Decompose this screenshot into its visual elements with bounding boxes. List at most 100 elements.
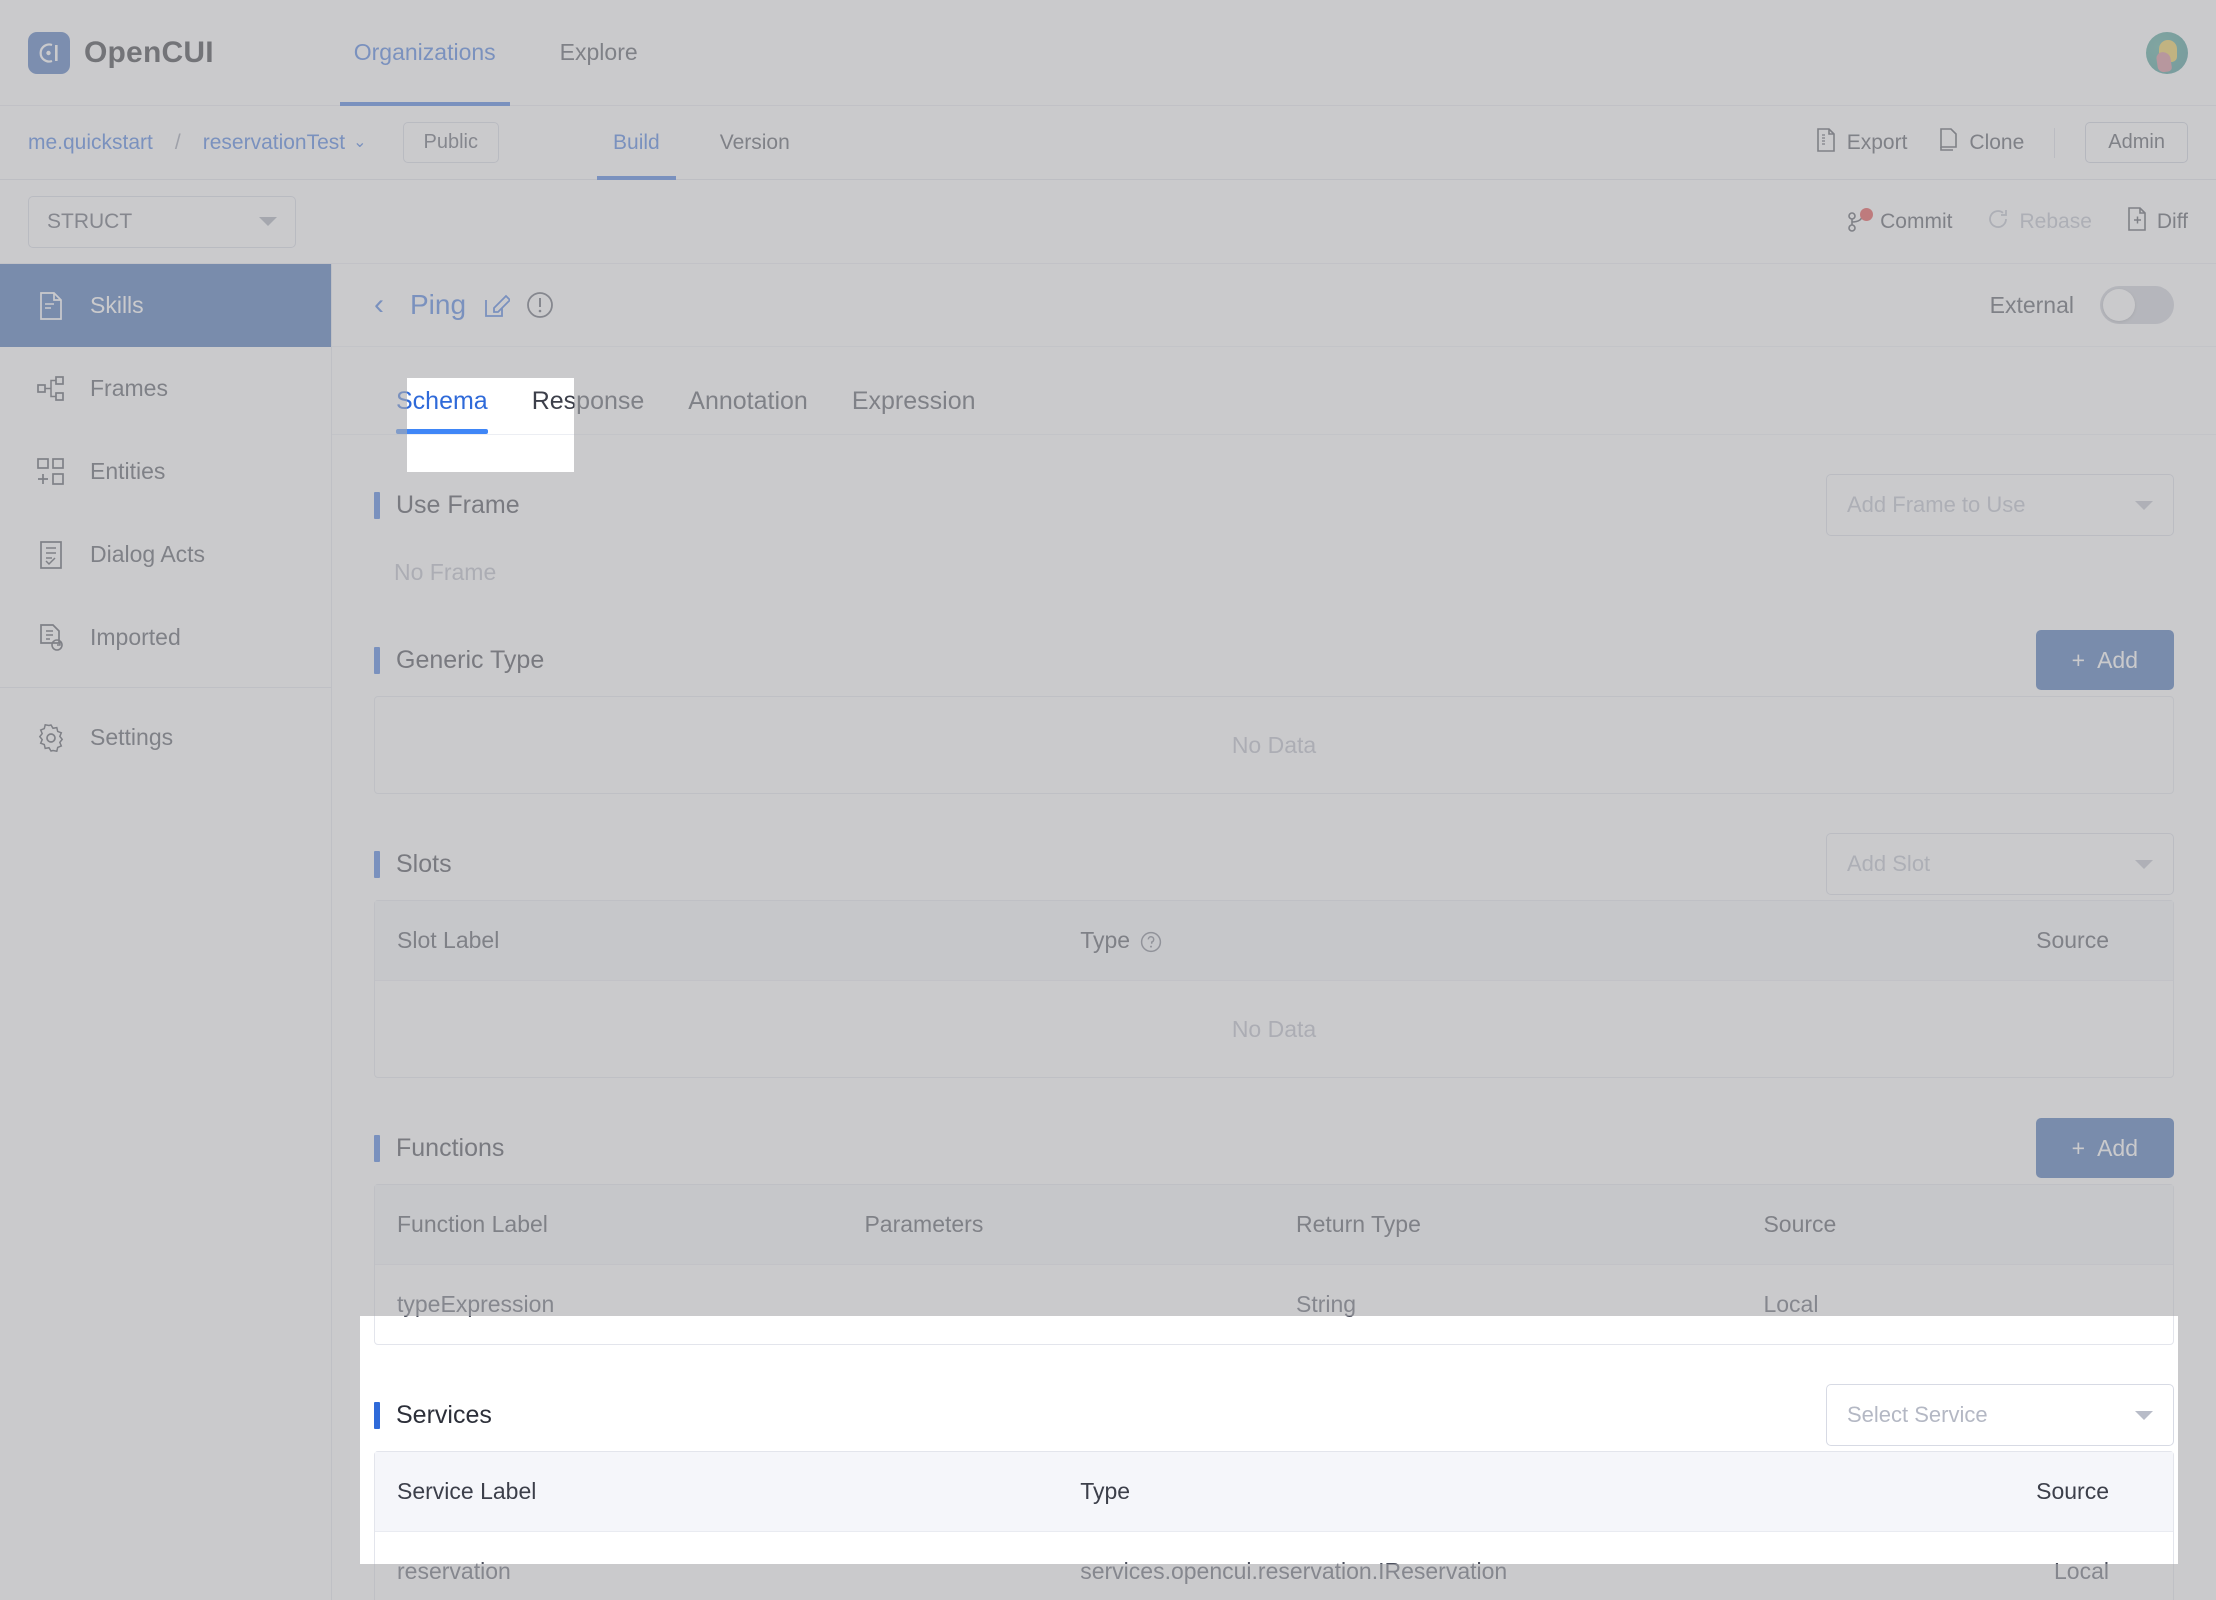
section-services-header: Services Select Service [374,1379,2174,1451]
struct-select[interactable]: STRUCT [28,195,296,248]
breadcrumb-separator: / [174,130,181,154]
services-col-service-label: Service Label [375,1452,1059,1532]
nav-tab-explore[interactable]: Explore [528,0,670,106]
admin-button[interactable]: Admin [2085,122,2188,163]
section-services-title: Services [374,1401,492,1430]
commit-button[interactable]: Commit [1847,207,1952,234]
export-button[interactable]: Export [1815,127,1907,158]
sidebar-item-settings-label: Settings [90,724,174,750]
sidebar-item-entities-label: Entities [90,458,166,484]
top-nav-tabs: Organizations Explore [322,0,670,106]
section-slots-title: Slots [374,850,452,879]
rebase-icon [1986,207,2010,237]
tab-build[interactable]: Build [583,106,690,180]
section-use-frame-title: Use Frame [374,491,520,520]
schema-scroll-area[interactable]: Use Frame Add Frame to Use No Frame Gene [332,435,2216,1600]
select-service-dropdown[interactable]: Select Service [1826,1384,2174,1446]
warning-icon[interactable] [526,291,554,319]
tab-version[interactable]: Version [690,106,820,180]
visibility-badge[interactable]: Public [402,122,500,163]
tab-expression-label: Expression [851,387,976,415]
functions-col-function-label: Function Label [375,1185,843,1265]
nav-tab-organizations[interactable]: Organizations [322,0,528,106]
slots-table-header-row: Slot Label Type Source [375,901,2173,981]
function-row-parameters [842,1265,1274,1345]
tab-response[interactable]: Response [510,387,667,434]
sidebar-item-dialog-acts[interactable]: Dialog Acts [0,513,331,596]
project-tabs: Build Version [583,106,820,180]
add-frame-placeholder: Add Frame to Use [1847,492,2026,517]
functions-col-parameters: Parameters [842,1185,1274,1265]
functions-panel: Function Label Parameters Return Type So… [374,1184,2174,1345]
functions-table: Function Label Parameters Return Type So… [375,1185,2173,1344]
section-functions-header: Functions + Add [374,1112,2174,1184]
sidebar-item-skills[interactable]: Skills [0,264,331,347]
sidebar-divider [0,687,331,688]
page-title: Ping [410,289,467,320]
section-accent-bar [374,646,380,674]
add-frame-to-use-select[interactable]: Add Frame to Use [1826,474,2174,536]
external-toggle[interactable] [2100,286,2174,324]
section-generic-type-header: Generic Type + Add [374,624,2174,696]
list-doc-icon [36,540,66,570]
grid-plus-icon [36,457,66,487]
add-generic-type-label: Add [2097,646,2138,673]
tab-version-label: Version [719,130,790,154]
add-slot-select[interactable]: Add Slot [1826,833,2174,895]
generic-type-panel: No Data [374,696,2174,794]
question-circle-icon[interactable] [1140,931,1162,953]
slots-col-type: Type [1058,901,1724,981]
diff-button[interactable]: Diff [2126,206,2188,237]
function-row-label: typeExpression [397,1291,555,1317]
rebase-button[interactable]: Rebase [1986,207,2092,237]
slots-col-slot-label: Slot Label [375,901,1059,981]
avatar[interactable] [2146,31,2188,74]
export-icon [1815,127,1837,158]
diff-label: Diff [2156,209,2188,233]
table-row[interactable]: reservation services.opencui.reservation… [375,1532,2173,1600]
clone-label: Clone [1969,130,2025,154]
section-use-frame-header: Use Frame Add Frame to Use [374,469,2174,541]
section-accent-bar [374,1134,380,1162]
function-row-source: Local [1763,1291,1819,1317]
breadcrumb-project[interactable]: reservationTest ⌄ [203,131,367,155]
sidebar-item-imported-label: Imported [90,624,181,650]
tab-build-label: Build [613,130,660,154]
breadcrumb-org[interactable]: me.quickstart [28,131,153,155]
section-generic-type-actions: + Add [2035,630,2174,690]
edit-icon[interactable] [484,292,511,318]
slots-col-type-label: Type [1080,927,1131,953]
add-function-button[interactable]: + Add [2035,1118,2174,1178]
external-toggle-group: External [1990,286,2174,324]
services-table-header-row: Service Label Type Source [375,1452,2173,1532]
section-functions-title: Functions [374,1134,504,1163]
sidebar-item-settings[interactable]: Settings [0,696,331,779]
services-col-source: Source [1723,1452,2173,1532]
clone-button[interactable]: Clone [1937,127,2025,158]
tab-annotation[interactable]: Annotation [666,387,830,434]
tab-annotation-label: Annotation [688,387,808,415]
table-row[interactable]: typeExpression String Local [375,1265,2173,1345]
commit-icon [1847,207,1874,234]
slots-table: Slot Label Type Source [375,901,2173,981]
add-generic-type-button[interactable]: + Add [2035,630,2174,690]
services-table: Service Label Type Source reservation se… [375,1452,2173,1600]
sidebar-item-entities[interactable]: Entities [0,430,331,513]
breadcrumb-actions: Export Clone Admin [1815,122,2188,163]
rebase-label: Rebase [2019,209,2092,233]
section-accent-bar [374,850,380,878]
sidebar-item-imported[interactable]: Imported [0,596,331,679]
tab-schema[interactable]: Schema [374,387,510,434]
services-col-type: Type [1058,1452,1724,1532]
plus-icon: + [2071,646,2086,673]
breadcrumb-project-label: reservationTest [202,130,346,154]
brand[interactable]: OpenCUI [28,31,214,74]
action-divider [2054,127,2056,158]
sitemap-icon [36,374,66,404]
tab-expression[interactable]: Expression [830,387,998,434]
sidebar-item-frames[interactable]: Frames [0,347,331,430]
slots-panel: Slot Label Type Source No Data [374,900,2174,1078]
sidebar-item-skills-label: Skills [90,292,144,318]
back-icon[interactable]: ‹ [374,290,384,320]
plus-icon: + [2071,1134,2086,1161]
